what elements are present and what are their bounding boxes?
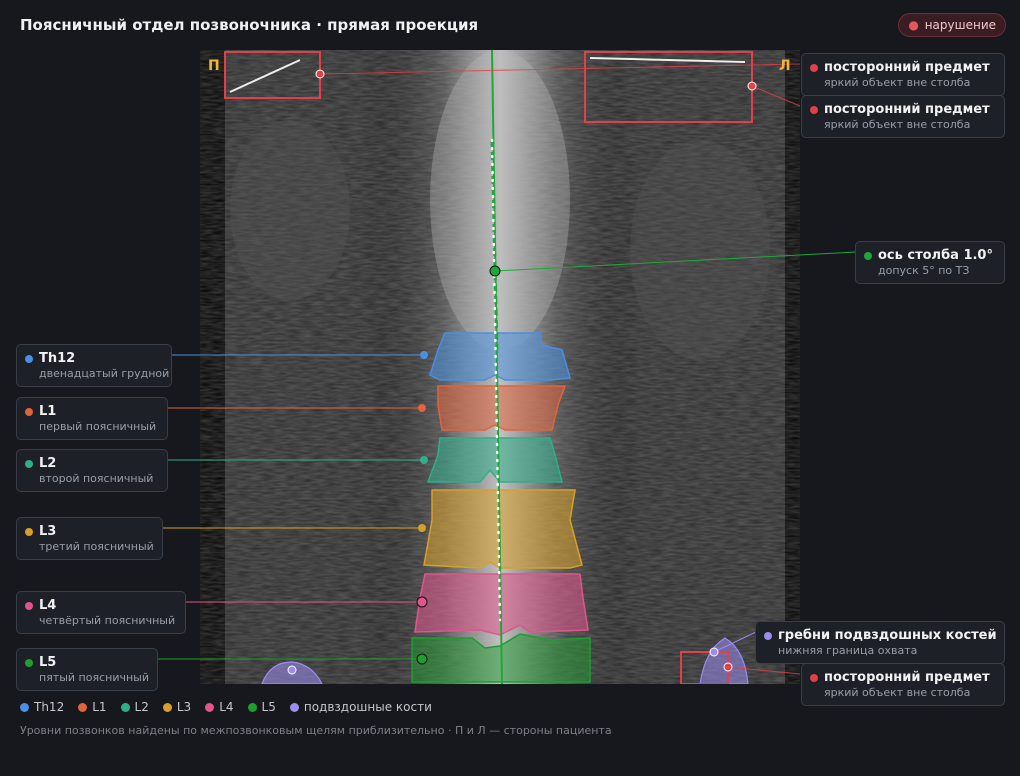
th12-dot-icon	[25, 355, 33, 363]
legend-label: L2	[134, 700, 149, 714]
callout-sub: второй поясничный	[39, 472, 154, 485]
legend-dot-icon	[205, 702, 215, 712]
callout-sub: яркий объект вне столба	[824, 686, 971, 699]
callout-sub: третий поясничный	[39, 540, 154, 553]
callout-foreign-object-2[interactable]: посторонний предмет яркий объект вне сто…	[801, 95, 1005, 138]
iliac-crest-left-region[interactable]	[261, 661, 323, 684]
xray-image	[200, 50, 800, 684]
foreign-object-streak-2	[589, 57, 746, 63]
callout-iliac-crests[interactable]: гребни подвздошных костей нижняя граница…	[755, 621, 1005, 664]
legend-item-l1[interactable]: L1	[78, 700, 107, 714]
legend-item-l5[interactable]: L5	[247, 700, 276, 714]
l1-dot-icon	[25, 408, 33, 416]
legend-dot-icon	[78, 702, 88, 712]
iliac-crest-right-region[interactable]	[699, 637, 749, 684]
status-badge-label: нарушение	[924, 18, 996, 32]
legend-dot-icon	[120, 702, 130, 712]
vertebra-l1-region[interactable]	[437, 385, 567, 431]
page-title: Поясничный отдел позвоночника · прямая п…	[20, 16, 479, 34]
foreign-object-box-1[interactable]	[224, 51, 321, 99]
callout-name: посторонний предмет	[824, 60, 990, 75]
callout-sub: яркий объект вне столба	[824, 118, 971, 131]
legend-dot-icon	[289, 702, 299, 712]
vertebra-l3-region[interactable]	[423, 489, 583, 569]
l4-dot-icon	[25, 602, 33, 610]
axis-dot-icon	[864, 252, 872, 260]
l5-dot-icon	[25, 659, 33, 667]
legend-item-l2[interactable]: L2	[120, 700, 149, 714]
foreign-object-dot-icon	[810, 106, 818, 114]
legend-item-l4[interactable]: L4	[205, 700, 234, 714]
callout-vertebra-th12[interactable]: Th12 двенадцатый грудной	[16, 344, 172, 387]
legend-label: L3	[176, 700, 192, 714]
side-marker-left: Л	[779, 58, 791, 74]
legend-label: Th12	[34, 700, 65, 714]
legend-dot-icon	[20, 702, 29, 712]
iliac-dot-icon	[764, 632, 772, 640]
legend-item-l3[interactable]: L3	[162, 700, 192, 714]
l2-dot-icon	[25, 460, 33, 468]
callout-sub: пятый поясничный	[39, 671, 149, 684]
legend-label: L4	[219, 700, 234, 714]
legend-item-th12[interactable]: Th12	[20, 700, 64, 714]
side-marker-right: П	[208, 58, 220, 74]
legend-item-iliac[interactable]: подвздошные кости	[289, 700, 432, 714]
callout-sub: допуск 5° по ТЗ	[878, 264, 970, 277]
l3-dot-icon	[25, 528, 33, 536]
vertebra-th12-region[interactable]	[429, 332, 571, 381]
legend-dot-icon	[247, 702, 257, 712]
status-badge[interactable]: ● нарушение	[898, 13, 1006, 37]
callout-vertebra-l1[interactable]: L1 первый поясничный	[16, 397, 168, 440]
callout-name: L5	[39, 655, 57, 670]
callout-sub: первый поясничный	[39, 420, 157, 433]
legend-label: L5	[261, 700, 276, 714]
callout-name: L1	[39, 404, 57, 419]
callout-sub: нижняя граница охвата	[778, 644, 918, 657]
callout-name: гребни подвздошных костей	[778, 628, 997, 643]
callout-foreign-object-1[interactable]: посторонний предмет яркий объект вне сто…	[801, 53, 1005, 96]
footnote: Уровни позвонков найдены по межпозвонков…	[20, 724, 612, 737]
foreign-object-dot-icon	[810, 674, 818, 682]
callout-name: посторонний предмет	[824, 670, 990, 685]
legend: Th12 L1 L2 L3 L4 L5 подвздошные кости	[20, 700, 432, 714]
callout-sub: яркий объект вне столба	[824, 76, 971, 89]
callout-name: Th12	[39, 351, 76, 366]
legend-dot-icon	[162, 702, 172, 712]
callout-vertebra-l3[interactable]: L3 третий поясничный	[16, 517, 163, 560]
legend-label: подвздошные кости	[303, 700, 432, 714]
status-dot-icon: ●	[908, 18, 919, 32]
callout-sub: четвёртый поясничный	[39, 614, 176, 627]
callout-name: посторонний предмет	[824, 102, 990, 117]
vertebra-l2-region[interactable]	[426, 437, 563, 483]
callout-name: L3	[39, 524, 57, 539]
foreign-object-streak-1	[229, 59, 301, 93]
callout-vertebra-l2[interactable]: L2 второй поясничный	[16, 449, 168, 492]
callout-name: ось столба 1.0°	[878, 248, 993, 263]
foreign-object-dot-icon	[810, 64, 818, 72]
callout-name: L4	[39, 598, 57, 613]
callout-spine-axis[interactable]: ось столба 1.0° допуск 5° по ТЗ	[855, 241, 1005, 284]
legend-label: L1	[92, 700, 107, 714]
callout-vertebra-l5[interactable]: L5 пятый поясничный	[16, 648, 158, 691]
callout-vertebra-l4[interactable]: L4 четвёртый поясничный	[16, 591, 186, 634]
callout-name: L2	[39, 456, 57, 471]
callout-sub: двенадцатый грудной	[39, 367, 170, 380]
segmentation-overlay	[224, 50, 753, 684]
callout-foreign-object-3[interactable]: посторонний предмет яркий объект вне сто…	[801, 663, 1005, 706]
